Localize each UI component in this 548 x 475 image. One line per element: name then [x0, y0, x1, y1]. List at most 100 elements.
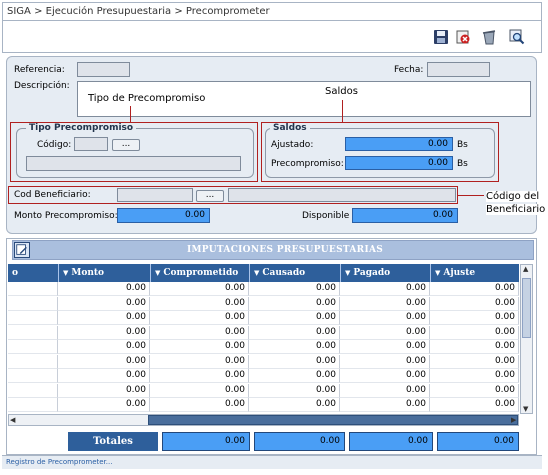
- column-header-first[interactable]: o: [8, 264, 58, 282]
- table-cell[interactable]: 0.00: [58, 311, 150, 325]
- table-cell[interactable]: 0.00: [150, 383, 249, 398]
- beneficiario-name-field: [228, 188, 456, 202]
- scroll-up-icon[interactable]: ▲: [523, 265, 528, 273]
- ajustado-label: Ajustado:: [271, 140, 314, 150]
- table-cell[interactable]: 0.00: [150, 296, 249, 311]
- table-cell[interactable]: 0.00: [58, 296, 150, 311]
- status-bar: Registro de Precomprometer...: [2, 455, 542, 469]
- table-cell[interactable]: 0.00: [150, 398, 249, 412]
- table-cell[interactable]: [8, 282, 58, 296]
- table-cell[interactable]: 0.00: [150, 369, 249, 383]
- table-cell[interactable]: 0.00: [340, 369, 430, 383]
- table-cell[interactable]: 0.00: [340, 282, 430, 296]
- fecha-input[interactable]: [427, 62, 490, 77]
- table-cell[interactable]: [8, 354, 58, 369]
- table-cell[interactable]: 0.00: [430, 311, 519, 325]
- sort-icon: ▼: [345, 268, 351, 277]
- breadcrumb: SIGA > Ejecución Presupuestaria > Precom…: [2, 2, 542, 21]
- table-cell[interactable]: 0.00: [150, 282, 249, 296]
- table-cell[interactable]: 0.00: [249, 296, 340, 311]
- table-cell[interactable]: 0.00: [249, 383, 340, 398]
- table-cell[interactable]: 0.00: [58, 398, 150, 412]
- precompromiso-label: Precompromiso:: [271, 159, 344, 169]
- sort-icon: ▼: [63, 268, 69, 277]
- table-cell[interactable]: 0.00: [249, 340, 340, 354]
- table-cell[interactable]: 0.00: [430, 282, 519, 296]
- table-cell[interactable]: 0.00: [58, 354, 150, 369]
- table-cell[interactable]: 0.00: [249, 282, 340, 296]
- codigo-lookup-button[interactable]: ...: [112, 139, 140, 151]
- table-cell[interactable]: 0.00: [430, 296, 519, 311]
- beneficiario-lookup-button[interactable]: ...: [196, 190, 224, 202]
- referencia-label: Referencia:: [14, 65, 65, 75]
- horizontal-scroll-thumb[interactable]: [148, 415, 518, 425]
- table-cell[interactable]: 0.00: [58, 340, 150, 354]
- codigo-input[interactable]: [74, 137, 108, 151]
- table-cell[interactable]: 0.00: [340, 311, 430, 325]
- column-header-monto[interactable]: ▼ Monto: [58, 264, 150, 282]
- disponible-value: 0.00: [352, 208, 458, 223]
- table-cell[interactable]: 0.00: [340, 354, 430, 369]
- disponible-label: Disponible: [302, 211, 350, 221]
- table-cell[interactable]: 0.00: [340, 325, 430, 340]
- table-cell[interactable]: [8, 296, 58, 311]
- table-cell[interactable]: 0.00: [340, 398, 430, 412]
- sort-icon: ▼: [435, 268, 441, 277]
- trash-icon[interactable]: [481, 29, 497, 45]
- table-cell[interactable]: 0.00: [340, 296, 430, 311]
- referencia-input[interactable]: [77, 62, 130, 77]
- table-cell[interactable]: 0.00: [58, 282, 150, 296]
- table-cell[interactable]: 0.00: [430, 354, 519, 369]
- table-cell[interactable]: 0.00: [430, 340, 519, 354]
- tipo-description-field: [26, 156, 241, 171]
- table-cell[interactable]: [8, 383, 58, 398]
- table-cell[interactable]: 0.00: [249, 398, 340, 412]
- annotation-beneficiario-1: Código del: [486, 191, 540, 202]
- table-cell[interactable]: 0.00: [340, 383, 430, 398]
- table-cell[interactable]: 0.00: [430, 325, 519, 340]
- table-cell[interactable]: 0.00: [150, 311, 249, 325]
- column-header-causado[interactable]: ▼ Causado: [249, 264, 340, 282]
- table-cell[interactable]: 0.00: [430, 398, 519, 412]
- monto-value: 0.00: [117, 208, 210, 223]
- table-cell[interactable]: 0.00: [249, 311, 340, 325]
- total-causado: 0.00: [349, 432, 433, 451]
- save-icon[interactable]: [433, 29, 449, 45]
- table-cell[interactable]: [8, 340, 58, 354]
- column-header-pagado[interactable]: ▼ Pagado: [340, 264, 430, 282]
- scroll-left-icon[interactable]: ◀: [10, 416, 15, 424]
- edit-icon[interactable]: [14, 242, 30, 258]
- column-header-comprometido[interactable]: ▼ Comprometido: [150, 264, 249, 282]
- codigo-label: Código:: [37, 140, 72, 150]
- table-cell[interactable]: [8, 369, 58, 383]
- sort-icon: ▼: [155, 268, 161, 277]
- table-cell[interactable]: [8, 398, 58, 412]
- table-cell[interactable]: 0.00: [150, 354, 249, 369]
- table-cell[interactable]: 0.00: [249, 369, 340, 383]
- search-icon[interactable]: [509, 29, 525, 45]
- fecha-label: Fecha:: [394, 65, 424, 75]
- scroll-down-icon[interactable]: ▼: [523, 405, 528, 413]
- table-cell[interactable]: 0.00: [430, 369, 519, 383]
- scroll-right-icon[interactable]: ▶: [511, 416, 516, 424]
- beneficiario-input[interactable]: [117, 188, 193, 202]
- table-cell[interactable]: 0.00: [340, 340, 430, 354]
- table-cell[interactable]: 0.00: [249, 325, 340, 340]
- table-cell[interactable]: 0.00: [58, 383, 150, 398]
- table-cell[interactable]: [8, 325, 58, 340]
- table-cell[interactable]: 0.00: [58, 369, 150, 383]
- column-header-ajuste[interactable]: ▼ Ajuste: [430, 264, 519, 282]
- table-cell[interactable]: 0.00: [58, 325, 150, 340]
- table-cell[interactable]: 0.00: [249, 354, 340, 369]
- saldos-group-title: Saldos: [270, 123, 310, 133]
- table-cell[interactable]: 0.00: [430, 383, 519, 398]
- vertical-scroll-thumb[interactable]: [522, 278, 531, 338]
- table-cell[interactable]: 0.00: [150, 340, 249, 354]
- ajustado-value: 0.00: [345, 137, 453, 151]
- table-cell[interactable]: 0.00: [150, 325, 249, 340]
- delete-icon[interactable]: [455, 29, 471, 45]
- toolbar: [2, 21, 542, 53]
- total-pagado: 0.00: [437, 432, 519, 451]
- descripcion-label: Descripción:: [14, 81, 70, 91]
- table-cell[interactable]: [8, 311, 58, 325]
